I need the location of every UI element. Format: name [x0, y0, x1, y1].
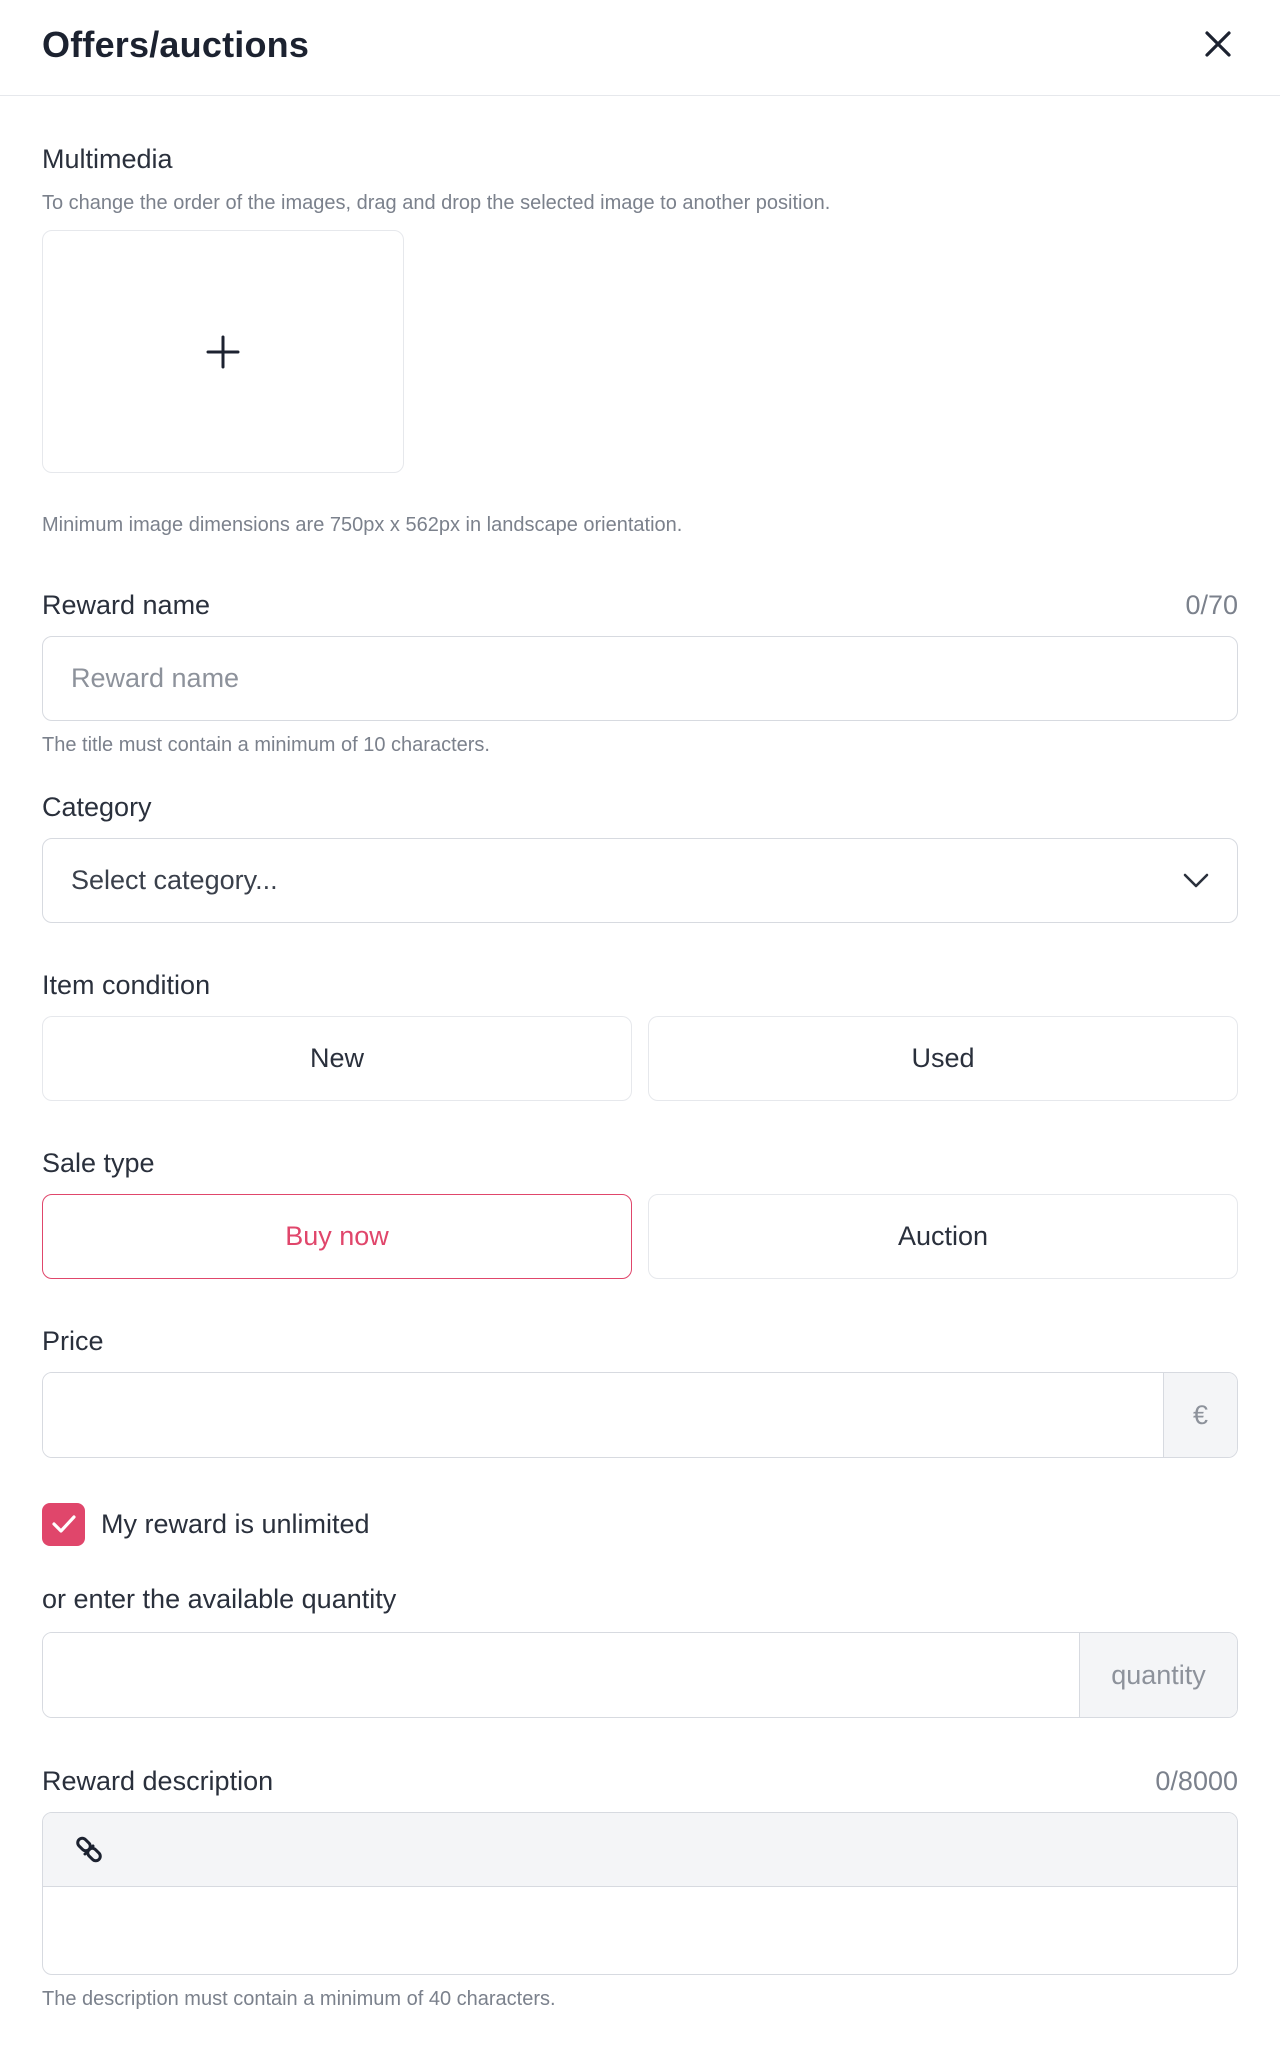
- item-condition-label: Item condition: [42, 970, 211, 1000]
- sale-type-auction-button[interactable]: Auction: [648, 1194, 1238, 1279]
- category-selected-value: Select category...: [71, 865, 278, 895]
- modal-header: Offers/auctions: [0, 0, 1280, 96]
- multimedia-label: Multimedia: [42, 144, 173, 174]
- unlimited-checkbox-label: My reward is unlimited: [101, 1508, 370, 1539]
- quantity-input-group: quantity: [42, 1632, 1238, 1718]
- category-select[interactable]: Select category...: [42, 838, 1238, 923]
- price-label: Price: [42, 1326, 104, 1356]
- unlimited-checkbox[interactable]: [42, 1502, 85, 1546]
- price-input[interactable]: [43, 1373, 1163, 1457]
- reward-description-counter: 0/8000: [1155, 1766, 1238, 1796]
- link-icon: [76, 1836, 102, 1862]
- plus-icon: [206, 335, 240, 368]
- close-button[interactable]: [1194, 20, 1242, 68]
- multimedia-hint: To change the order of the images, drag …: [42, 192, 831, 214]
- reward-name-hint: The title must contain a minimum of 10 c…: [42, 734, 490, 756]
- condition-new-button[interactable]: New: [42, 1016, 632, 1101]
- currency-addon: €: [1163, 1373, 1237, 1457]
- price-input-group: €: [42, 1372, 1238, 1458]
- editor-toolbar: [43, 1813, 1237, 1887]
- add-image-button[interactable]: [42, 230, 404, 473]
- category-label: Category: [42, 792, 152, 822]
- unlimited-checkbox-row[interactable]: My reward is unlimited: [42, 1502, 370, 1546]
- reward-name-input[interactable]: [42, 636, 1238, 721]
- reward-name-counter: 0/70: [1185, 590, 1238, 620]
- sale-type-label: Sale type: [42, 1148, 155, 1178]
- reward-description-textarea[interactable]: [43, 1887, 1237, 1974]
- quantity-input[interactable]: [43, 1633, 1079, 1717]
- offers-auctions-modal: Offers/auctions Multimedia To change the…: [0, 0, 1280, 2048]
- image-dimensions-hint: Minimum image dimensions are 750px x 562…: [42, 514, 683, 536]
- chevron-down-icon: [1183, 873, 1209, 887]
- modal-title: Offers/auctions: [42, 24, 310, 65]
- check-icon: [51, 1515, 76, 1533]
- condition-used-button[interactable]: Used: [648, 1016, 1238, 1101]
- reward-description-editor: [42, 1812, 1238, 1975]
- reward-name-label: Reward name: [42, 590, 211, 620]
- sale-type-buy-now-button[interactable]: Buy now: [42, 1194, 632, 1279]
- close-icon: [1205, 31, 1231, 57]
- reward-description-hint: The description must contain a minimum o…: [42, 1988, 556, 2010]
- insert-link-button[interactable]: [69, 1830, 109, 1870]
- quantity-label: or enter the available quantity: [42, 1584, 397, 1614]
- reward-description-label: Reward description: [42, 1766, 274, 1796]
- quantity-addon: quantity: [1079, 1633, 1237, 1717]
